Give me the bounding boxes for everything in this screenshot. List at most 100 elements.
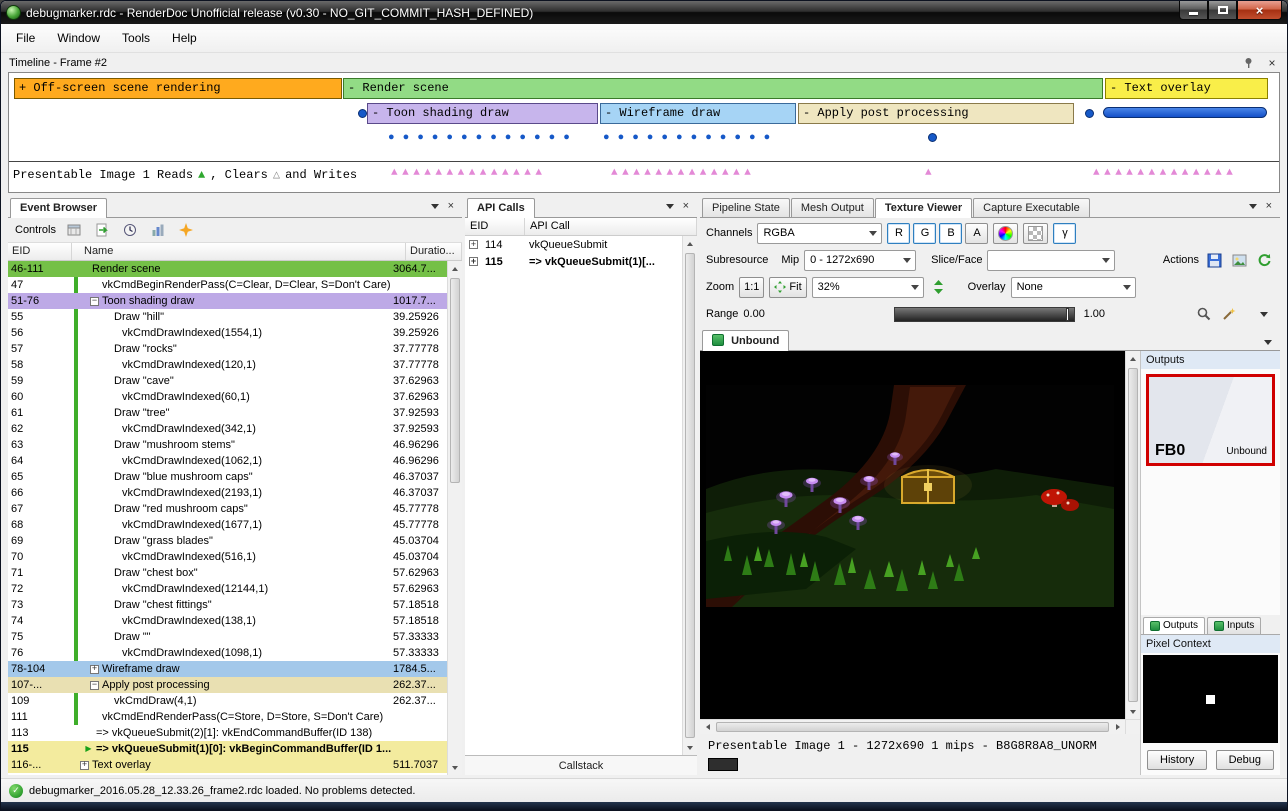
dock-tab[interactable]: Pipeline State xyxy=(702,198,790,217)
texture-display[interactable] xyxy=(700,351,1125,719)
usage-marker-single[interactable]: ▲ xyxy=(925,167,936,179)
menu-item[interactable]: Help xyxy=(161,26,208,50)
close-panel-icon[interactable]: × xyxy=(683,201,689,212)
event-row[interactable]: 78-104 Wireframe draw 1784.5... xyxy=(8,661,447,677)
scrollbar-thumb[interactable] xyxy=(1128,368,1138,702)
event-row[interactable]: 56 vkCmdDrawIndexed(1554,1) 39.25926 xyxy=(8,325,447,341)
overlay-select[interactable]: None xyxy=(1011,277,1136,298)
menu-item[interactable]: File xyxy=(5,26,46,50)
usage-markers[interactable]: ▲▲▲▲▲▲▲▲▲▲▲▲▲ xyxy=(1093,167,1237,179)
wireframe-draw-dots[interactable]: ●●●●●●●●●●●● xyxy=(603,133,778,144)
timeline-bar-text-overlay[interactable]: - Text overlay xyxy=(1105,78,1268,99)
autofit-wand-icon[interactable] xyxy=(1219,304,1239,324)
dock-tab[interactable]: Texture Viewer xyxy=(875,198,972,217)
event-row[interactable]: 74 vkCmdDrawIndexed(138,1) 57.18518 xyxy=(8,613,447,629)
event-row[interactable]: 67 Draw "red mushroom caps" 45.77778 xyxy=(8,501,447,517)
event-row[interactable]: 116-... Text overlay 511.7037 xyxy=(8,757,447,773)
draw-dot[interactable] xyxy=(928,133,937,142)
panel-menu-icon[interactable] xyxy=(666,204,674,209)
scrollbar-thumb[interactable] xyxy=(685,253,695,738)
range-handle[interactable] xyxy=(1066,308,1069,321)
filter-icon[interactable] xyxy=(64,220,84,240)
colorwheel-button[interactable] xyxy=(993,223,1018,244)
timeline-panel[interactable]: + Off-screen scene rendering - Render sc… xyxy=(8,72,1280,193)
zoom-select[interactable]: 32% xyxy=(812,277,924,298)
panel-menu-icon[interactable] xyxy=(1249,204,1257,209)
zoom-range-icon[interactable] xyxy=(1194,304,1214,324)
bookmark-icon[interactable] xyxy=(176,220,196,240)
scrollbar-thumb[interactable] xyxy=(716,722,1109,732)
event-row[interactable]: 57 Draw "rocks" 37.77778 xyxy=(8,341,447,357)
resource-tab[interactable]: Outputs xyxy=(1143,617,1205,634)
scroll-down-icon[interactable] xyxy=(1126,704,1140,719)
event-row[interactable]: 62 vkCmdDrawIndexed(342,1) 37.92593 xyxy=(8,421,447,437)
menu-item[interactable]: Tools xyxy=(111,26,161,50)
tab-api-calls[interactable]: API Calls xyxy=(467,198,535,217)
texture-hscrollbar[interactable] xyxy=(700,719,1125,734)
texture-image[interactable] xyxy=(706,385,1114,607)
api-call-row[interactable]: 114 vkQueueSubmit xyxy=(465,236,682,253)
chevron-down-icon[interactable] xyxy=(1260,312,1268,317)
timeline-bar-wireframe[interactable]: - Wireframe draw xyxy=(600,103,796,124)
tree-toggle-icon[interactable] xyxy=(84,745,93,754)
column-eid[interactable]: EID xyxy=(8,243,72,260)
event-row[interactable]: 64 vkCmdDrawIndexed(1062,1) 46.96296 xyxy=(8,453,447,469)
tree-toggle-icon[interactable] xyxy=(469,240,478,249)
tab-event-browser[interactable]: Event Browser xyxy=(10,198,107,217)
zoom-1to1-button[interactable]: 1:1 xyxy=(739,277,764,298)
texture-vscrollbar[interactable] xyxy=(1125,351,1140,719)
range-slider[interactable] xyxy=(774,307,1075,322)
event-row[interactable]: 73 Draw "chest fittings" 57.18518 xyxy=(8,597,447,613)
channel-toggle-button[interactable]: A xyxy=(965,223,988,244)
pin-icon[interactable] xyxy=(1241,56,1255,70)
pixel-context-view[interactable] xyxy=(1143,655,1278,743)
close-panel-icon[interactable]: × xyxy=(1266,201,1272,212)
save-icon[interactable] xyxy=(1204,250,1224,270)
tree-toggle-icon[interactable] xyxy=(80,761,89,770)
scroll-right-icon[interactable] xyxy=(1110,720,1125,734)
refresh-icon[interactable] xyxy=(1254,250,1274,270)
event-row[interactable]: 111 vkCmdEndRenderPass(C=Store, D=Store,… xyxy=(8,709,447,725)
event-row[interactable]: 61 Draw "tree" 37.92593 xyxy=(8,405,447,421)
close-panel-icon[interactable]: × xyxy=(1265,56,1279,70)
minimize-button[interactable] xyxy=(1179,1,1208,20)
event-row[interactable]: 69 Draw "grass blades" 45.03704 xyxy=(8,533,447,549)
scroll-left-icon[interactable] xyxy=(700,720,715,734)
texture-list-dropdown-icon[interactable] xyxy=(1264,340,1272,345)
event-row[interactable]: 47 vkCmdBeginRenderPass(C=Clear, D=Clear… xyxy=(8,277,447,293)
event-row[interactable]: 68 vkCmdDrawIndexed(1677,1) 45.77778 xyxy=(8,517,447,533)
gamma-button[interactable]: γ xyxy=(1053,223,1076,244)
title-bar[interactable]: debugmarker.rdc - RenderDoc Unofficial r… xyxy=(1,1,1287,24)
event-row[interactable]: 70 vkCmdDrawIndexed(516,1) 45.03704 xyxy=(8,549,447,565)
toon-draw-dots[interactable]: ●●●●●●●●●●●●● xyxy=(388,133,578,144)
dock-tab[interactable]: Capture Executable xyxy=(973,198,1090,217)
event-row[interactable]: 72 vkCmdDrawIndexed(12144,1) 57.62963 xyxy=(8,581,447,597)
event-row[interactable]: 113 => vkQueueSubmit(2)[1]: vkEndCommand… xyxy=(8,725,447,741)
api-call-row[interactable]: 115 => vkQueueSubmit(1)[... xyxy=(465,253,682,270)
usage-markers[interactable]: ▲▲▲▲▲▲▲▲▲▲▲▲▲ xyxy=(611,167,755,179)
event-row[interactable]: 75 Draw "" 57.33333 xyxy=(8,629,447,645)
timeline-bar-render-scene[interactable]: - Render scene xyxy=(343,78,1103,99)
column-duration[interactable]: Duratio... xyxy=(406,243,462,260)
stats-icon[interactable] xyxy=(148,220,168,240)
event-row[interactable]: 65 Draw "blue mushroom caps" 46.37037 xyxy=(8,469,447,485)
channel-toggle-button[interactable]: G xyxy=(913,223,936,244)
scrollbar-thumb[interactable] xyxy=(450,278,460,483)
scroll-up-icon[interactable] xyxy=(448,261,462,276)
column-api-call[interactable]: API Call xyxy=(525,218,697,235)
dock-tab[interactable]: Mesh Output xyxy=(791,198,874,217)
alpha-background-button[interactable] xyxy=(1023,223,1048,244)
flip-y-icon[interactable] xyxy=(929,277,949,297)
timeline-bar-toon[interactable]: - Toon shading draw xyxy=(367,103,598,124)
event-row[interactable]: 66 vkCmdDrawIndexed(2193,1) 46.37037 xyxy=(8,485,447,501)
resource-tab[interactable]: Inputs xyxy=(1207,617,1261,634)
column-eid[interactable]: EID xyxy=(465,218,525,235)
column-name[interactable]: Name xyxy=(80,243,406,260)
close-panel-icon[interactable]: × xyxy=(448,201,454,212)
slice-face-select[interactable] xyxy=(987,250,1115,271)
usage-markers[interactable]: ▲▲▲▲▲▲▲▲▲▲▲▲▲▲ xyxy=(391,167,546,179)
api-calls-vscrollbar[interactable] xyxy=(682,236,697,755)
tree-toggle-icon[interactable] xyxy=(90,665,99,674)
event-row[interactable]: 51-76 Toon shading draw 1017.7... xyxy=(8,293,447,309)
timeline-current-range-bar[interactable] xyxy=(1103,107,1267,118)
